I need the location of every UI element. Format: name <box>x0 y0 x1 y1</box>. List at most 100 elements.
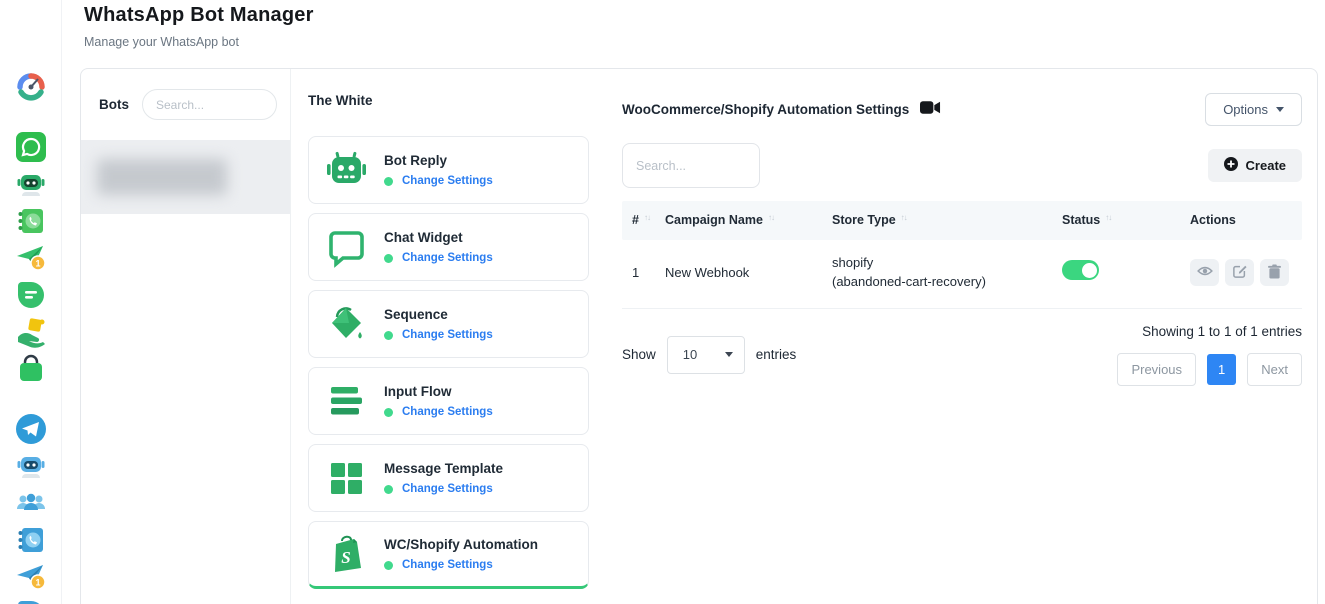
page-size-select[interactable]: 10 <box>667 336 745 374</box>
sort-icon[interactable]: ↑↓ <box>644 213 650 222</box>
bot-manager-card: Bots The White Bot Reply Change Settings… <box>80 68 1318 604</box>
chat-2-icon[interactable] <box>14 597 48 604</box>
status-dot <box>384 177 393 186</box>
create-button[interactable]: Create <box>1208 149 1302 182</box>
svg-text:S: S <box>341 548 350 567</box>
sort-icon[interactable]: ↑↓ <box>901 213 907 222</box>
table-header: #↑↓ Campaign Name↑↓ Store Type↑↓ Status↑… <box>622 201 1302 240</box>
page-title: WhatsApp Bot Manager <box>84 4 314 27</box>
show-label: Show <box>622 347 656 362</box>
row-store-type: shopify <box>832 254 1062 273</box>
pagination: Previous 1 Next <box>1117 353 1302 386</box>
change-settings-link[interactable]: Change Settings <box>402 252 493 264</box>
column-header-status[interactable]: Status↑↓ <box>1062 213 1190 227</box>
video-tutorial-icon[interactable] <box>920 100 941 120</box>
status-dot <box>384 408 393 417</box>
status-dot <box>384 485 393 494</box>
chevron-down-icon <box>725 352 733 357</box>
bot-list-item-selected[interactable] <box>81 140 290 214</box>
menu-item-label: Chat Widget <box>384 230 493 245</box>
svg-text:1: 1 <box>35 259 40 269</box>
gauge-icon[interactable] <box>14 70 48 104</box>
app-sidebar: 1 1 <box>0 0 62 604</box>
menu-item-input-flow[interactable]: Input Flow Change Settings <box>308 367 589 435</box>
eye-icon <box>1197 265 1213 280</box>
menu-item-label: WC/Shopify Automation <box>384 537 538 552</box>
column-header-index[interactable]: #↑↓ <box>622 213 665 227</box>
telegram-broadcast-icon[interactable]: 1 <box>14 560 48 594</box>
menu-item-chat-widget[interactable]: Chat Widget Change Settings <box>308 213 589 281</box>
integrations-icon[interactable] <box>14 315 48 349</box>
sort-icon[interactable]: ↑↓ <box>768 213 774 222</box>
robot-icon[interactable] <box>14 167 48 201</box>
edit-button[interactable] <box>1225 259 1254 286</box>
automation-settings-panel: WooCommerce/Shopify Automation Settings … <box>606 69 1317 604</box>
entries-label: entries <box>756 347 797 362</box>
bot-feature-panel: The White Bot Reply Change Settings Chat… <box>291 69 606 604</box>
change-settings-link[interactable]: Change Settings <box>402 483 493 495</box>
change-settings-link[interactable]: Change Settings <box>402 406 493 418</box>
status-toggle[interactable] <box>1062 260 1099 280</box>
table-search-input[interactable] <box>622 143 760 188</box>
menu-item-label: Input Flow <box>384 384 493 399</box>
column-header-campaign-name[interactable]: Campaign Name↑↓ <box>665 213 832 227</box>
plus-circle-icon <box>1224 157 1238 174</box>
paint-bucket-icon <box>323 301 369 347</box>
options-button-label: Options <box>1223 102 1268 117</box>
status-dot <box>384 331 393 340</box>
chat-bubble-icon <box>323 224 369 270</box>
change-settings-link[interactable]: Change Settings <box>402 559 493 571</box>
status-dot <box>384 254 393 263</box>
page-subtitle: Manage your WhatsApp bot <box>84 35 314 49</box>
menu-item-message-template[interactable]: Message Template Change Settings <box>308 444 589 512</box>
bots-search-input[interactable] <box>142 89 277 120</box>
options-button[interactable]: Options <box>1205 93 1302 126</box>
list-bars-icon <box>323 378 369 424</box>
change-settings-link[interactable]: Change Settings <box>402 329 493 341</box>
row-index: 1 <box>622 265 665 280</box>
edit-icon <box>1233 264 1247 281</box>
menu-item-bot-reply[interactable]: Bot Reply Change Settings <box>308 136 589 204</box>
store-icon[interactable] <box>14 352 48 386</box>
bots-label: Bots <box>99 97 129 112</box>
previous-page-button[interactable]: Previous <box>1117 353 1196 386</box>
menu-item-label: Sequence <box>384 307 493 322</box>
bots-panel: Bots <box>81 69 291 604</box>
sort-icon[interactable]: ↑↓ <box>1105 213 1111 222</box>
column-header-actions: Actions <box>1190 213 1302 227</box>
robot-icon <box>323 147 369 193</box>
bot-name-redacted <box>97 159 227 195</box>
create-button-label: Create <box>1246 158 1286 173</box>
current-page-button[interactable]: 1 <box>1207 354 1236 385</box>
page-header: WhatsApp Bot Manager Manage your WhatsAp… <box>84 4 314 49</box>
telegram-icon[interactable] <box>14 412 48 446</box>
change-settings-link[interactable]: Change Settings <box>402 175 493 187</box>
panel-title: WooCommerce/Shopify Automation Settings <box>622 102 909 117</box>
row-campaign-name: New Webhook <box>665 265 832 280</box>
contacts-icon[interactable] <box>14 204 48 238</box>
shopify-icon: S <box>323 531 369 577</box>
trash-icon <box>1268 264 1281 282</box>
status-dot <box>384 561 393 570</box>
chat-icon[interactable] <box>14 278 48 312</box>
telegram-contacts-icon[interactable] <box>14 523 48 557</box>
menu-item-label: Message Template <box>384 461 503 476</box>
whatsapp-icon[interactable] <box>14 130 48 164</box>
bot-name-title: The White <box>308 93 589 108</box>
row-store-subtype: (abandoned-cart-recovery) <box>832 273 1062 292</box>
next-page-button[interactable]: Next <box>1247 353 1302 386</box>
telegram-bot-icon[interactable] <box>14 449 48 483</box>
delete-button[interactable] <box>1260 259 1289 286</box>
menu-item-label: Bot Reply <box>384 153 493 168</box>
grid-icon <box>323 455 369 501</box>
column-header-store-type[interactable]: Store Type↑↓ <box>832 213 1062 227</box>
menu-item-wc-shopify-automation[interactable]: S WC/Shopify Automation Change Settings <box>308 521 589 589</box>
chevron-down-icon <box>1276 107 1284 112</box>
svg-text:1: 1 <box>35 578 40 588</box>
table-row: 1 New Webhook shopify (abandoned-cart-re… <box>622 240 1302 309</box>
view-button[interactable] <box>1190 259 1219 286</box>
broadcast-icon[interactable]: 1 <box>14 241 48 275</box>
menu-item-sequence[interactable]: Sequence Change Settings <box>308 290 589 358</box>
groups-icon[interactable] <box>14 486 48 520</box>
showing-entries-text: Showing 1 to 1 of 1 entries <box>1117 324 1302 339</box>
